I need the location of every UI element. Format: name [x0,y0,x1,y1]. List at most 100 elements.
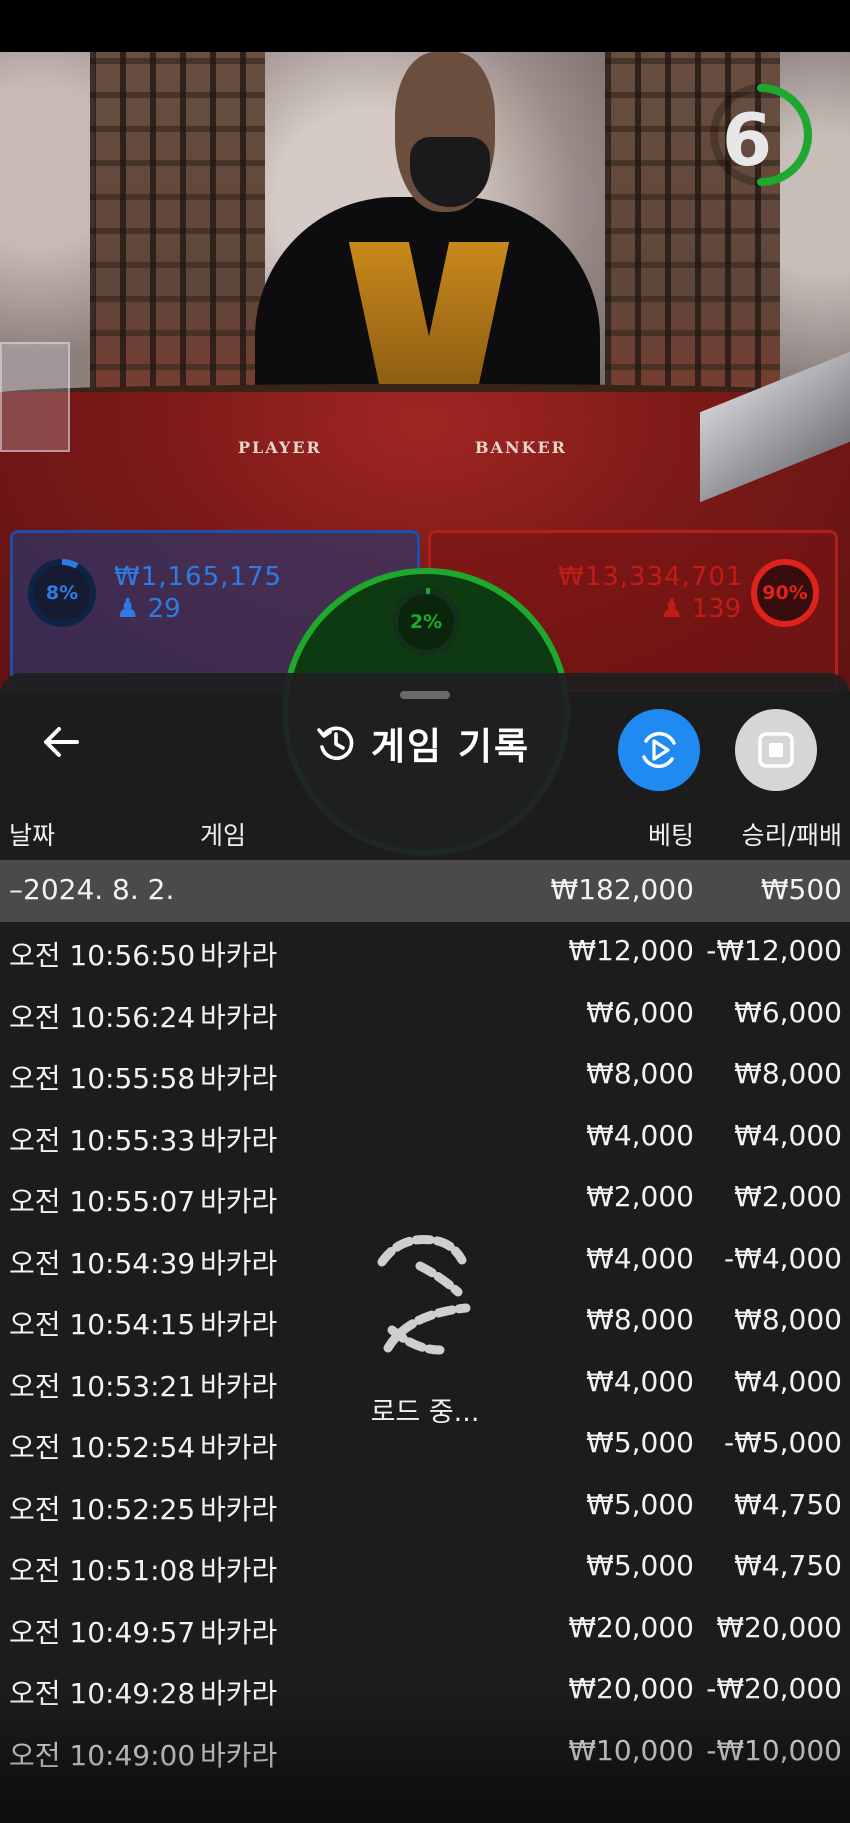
row-result: -₩12,000 [706,934,842,967]
row-game: 바카라 [200,1123,278,1157]
row-game: 바카라 [200,1431,278,1464]
replay-button[interactable] [618,709,700,791]
row-time: 오전 10:55:58 [9,1062,196,1095]
summary-bet: ₩182,000 [550,873,694,906]
history-icon [317,726,354,761]
history-row[interactable]: 오전 10:55:33 바카라 ₩4,000 ₩4,000 [0,1106,850,1168]
row-game: 바카라 [200,1246,278,1280]
row-time: 오전 10:49:57 [9,1615,196,1649]
row-bet: ₩5,000 [586,1549,694,1582]
summary-date: –2024. 8. 2. [9,873,175,906]
row-result: ₩20,000 [716,1610,842,1644]
row-bet: ₩20,000 [568,1610,694,1644]
row-bet: ₩4,000 [586,1364,694,1398]
history-row[interactable]: 오전 10:49:00 바카라 ₩10,000 -₩10,000 [0,1721,850,1783]
play-rotate-icon [642,731,676,769]
row-bet: ₩2,000 [586,1180,694,1213]
card-holder [0,342,70,452]
stop-button[interactable] [735,709,817,791]
column-date: 날짜 [9,821,56,850]
banker-bet-amount: ₩13,334,701 [558,562,744,592]
history-row[interactable]: 오전 10:49:28 바카라 ₩20,000 -₩20,000 [0,1659,850,1721]
row-bet: ₩6,000 [586,995,694,1029]
row-result: ₩4,750 [734,1549,842,1582]
banker-bettors: ♟ 139 [660,594,741,624]
row-game: 바카라 [200,1677,278,1710]
arrow-left-icon [44,727,79,757]
row-time: 오전 10:55:07 [9,1185,196,1218]
row-bet: ₩12,000 [568,934,694,967]
row-bet: ₩10,000 [568,1733,694,1767]
row-bet: ₩20,000 [568,1672,694,1705]
countdown-value: 6 [721,98,773,182]
row-result: ₩4,000 [734,1118,842,1152]
row-result: ₩8,000 [734,1057,842,1090]
player-percent: 8% [45,582,79,604]
row-bet: ₩4,000 [586,1241,694,1275]
row-bet: ₩8,000 [586,1303,694,1336]
history-row[interactable]: 오전 10:56:50 바카라 ₩12,000 -₩12,000 [0,921,850,983]
history-row[interactable]: 오전 10:52:25 바카라 ₩5,000 ₩4,750 [0,1475,850,1537]
row-game: 바카라 [200,1615,278,1649]
table-label-player: PLAYER [238,438,322,457]
row-result: -₩10,000 [706,1733,842,1767]
table-label-banker: BANKER [475,438,567,457]
player-bettor-count: 29 [147,594,181,624]
loading-spinner-icon [377,1234,471,1355]
row-result: ₩2,000 [734,1180,842,1213]
row-game: 바카라 [200,1062,278,1095]
column-bet: 베팅 [647,821,694,850]
row-bet: ₩8,000 [586,1057,694,1090]
sheet-header: 게임 기록 [315,713,530,773]
row-bet: ₩4,000 [586,1118,694,1152]
row-time: 오전 10:56:24 [9,1000,196,1034]
row-result: -₩5,000 [724,1426,842,1459]
row-time: 오전 10:52:25 [9,1492,196,1526]
drag-handle[interactable] [400,691,450,699]
row-time: 오전 10:49:28 [9,1677,196,1710]
row-time: 오전 10:55:33 [9,1123,196,1157]
row-time: 오전 10:56:50 [9,939,196,972]
row-time: 오전 10:49:00 [9,1738,196,1772]
date-summary-row[interactable]: –2024. 8. 2. ₩182,000 ₩500 [0,860,850,922]
player-bettors: ♟ 29 [116,594,181,624]
loading-text: 로드 중... [370,1397,480,1428]
user-icon: ♟ [116,594,140,624]
banker-bettor-count: 139 [691,594,742,624]
user-icon: ♟ [660,594,684,624]
summary-result: ₩500 [760,873,842,906]
column-result: 승리/패배 [741,821,842,850]
row-game: 바카라 [200,1554,278,1587]
back-button[interactable] [36,717,86,767]
row-game: 바카라 [200,1308,278,1341]
player-bet-amount: ₩1,165,175 [114,562,283,592]
history-row[interactable]: 오전 10:55:07 바카라 ₩2,000 ₩2,000 [0,1167,850,1229]
stop-icon [758,732,794,768]
history-row[interactable]: 오전 10:56:24 바카라 ₩6,000 ₩6,000 [0,983,850,1045]
row-result: ₩6,000 [734,995,842,1029]
row-result: ₩8,000 [734,1303,842,1336]
row-result: -₩20,000 [706,1672,842,1705]
row-game: 바카라 [200,939,278,972]
history-row[interactable]: 오전 10:49:57 바카라 ₩20,000 ₩20,000 [0,1598,850,1660]
row-time: 오전 10:54:15 [9,1308,196,1341]
row-game: 바카라 [200,1369,278,1403]
history-table-header: 날짜 게임 베팅 승리/패배 [0,812,850,858]
banker-percent: 90% [762,582,808,604]
row-time: 오전 10:54:39 [9,1246,196,1280]
tie-percent: 2% [409,611,443,633]
history-row[interactable]: 오전 10:51:08 바카라 ₩5,000 ₩4,750 [0,1536,850,1598]
row-game: 바카라 [200,1738,278,1772]
row-result: -₩4,000 [724,1241,842,1275]
row-time: 오전 10:51:08 [9,1554,196,1587]
row-time: 오전 10:53:21 [9,1369,196,1403]
row-bet: ₩5,000 [586,1426,694,1459]
row-game: 바카라 [200,1000,278,1034]
row-bet: ₩5,000 [586,1487,694,1521]
row-game: 바카라 [200,1185,278,1218]
row-time: 오전 10:52:54 [9,1431,196,1464]
history-row[interactable]: 오전 10:55:58 바카라 ₩8,000 ₩8,000 [0,1044,850,1106]
row-result: ₩4,750 [734,1487,842,1521]
page-title: 게임 기록 [371,725,531,768]
row-result: ₩4,000 [734,1364,842,1398]
